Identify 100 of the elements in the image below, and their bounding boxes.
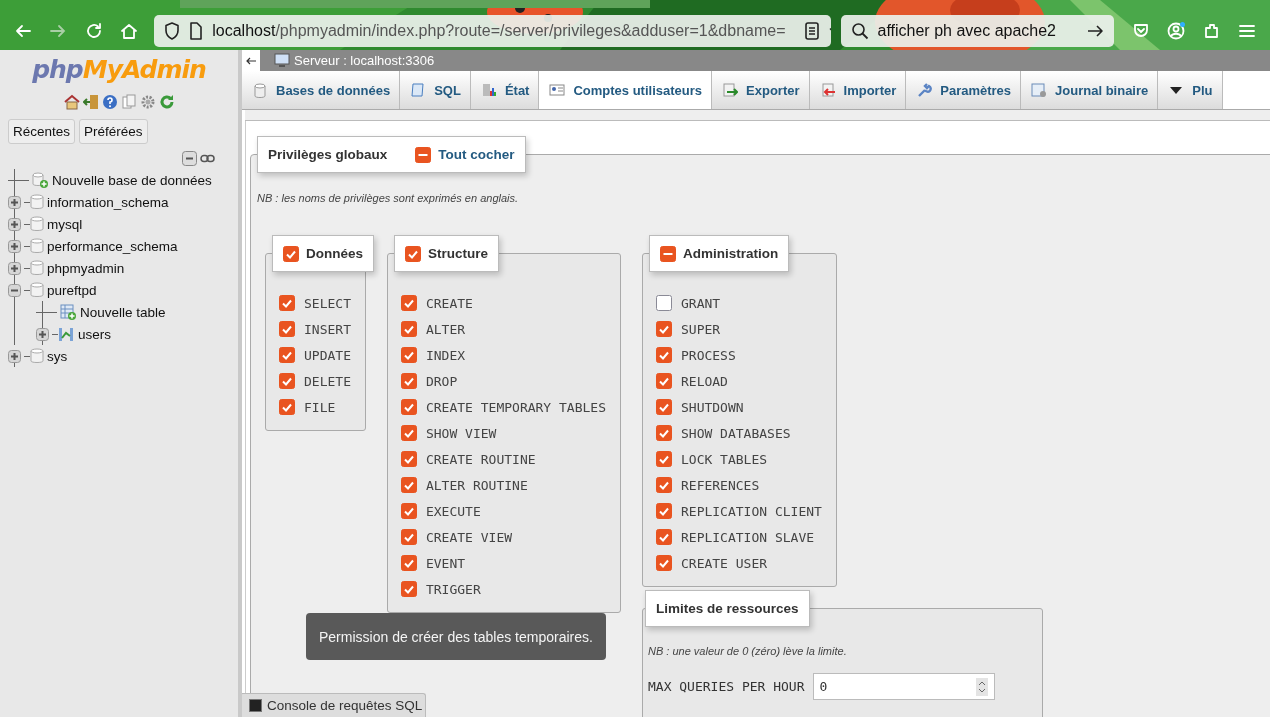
expand-icon[interactable] xyxy=(8,261,21,275)
nav-tab[interactable]: Importer xyxy=(809,71,907,109)
nav-tab[interactable]: SQL xyxy=(400,71,471,109)
tree-item[interactable]: users xyxy=(78,326,111,342)
nav-tab[interactable]: Exporter xyxy=(712,71,810,109)
tree-item[interactable]: sys xyxy=(47,348,68,364)
home-icon[interactable] xyxy=(120,22,139,40)
bar-chart-icon xyxy=(480,82,497,98)
expand-icon[interactable] xyxy=(8,217,21,231)
checkbox[interactable] xyxy=(279,321,295,337)
panel-tab[interactable]: Récentes xyxy=(8,119,76,144)
extensions-icon[interactable] xyxy=(1202,22,1221,40)
reader-icon[interactable] xyxy=(803,22,820,40)
checkbox[interactable] xyxy=(400,477,417,493)
collapse-button[interactable] xyxy=(242,50,260,71)
checkbox[interactable] xyxy=(279,399,295,415)
tree-item[interactable]: Nouvelle base de données xyxy=(52,172,212,188)
server-link[interactable]: Serveur : localhost:3306 xyxy=(294,53,435,68)
tree-item[interactable]: information_schema xyxy=(47,194,169,210)
privilege-label: PROCESS xyxy=(681,347,736,363)
collapse-icon[interactable] xyxy=(8,283,21,297)
tree-item[interactable]: mysql xyxy=(47,216,83,232)
pocket-icon[interactable] xyxy=(1131,22,1150,40)
nav-tab[interactable]: Paramètres xyxy=(906,71,1022,109)
shield-icon xyxy=(164,22,181,40)
account-icon[interactable] xyxy=(1167,22,1186,40)
checkbox[interactable] xyxy=(279,373,295,389)
nav-tab[interactable]: État xyxy=(470,71,540,109)
checkbox[interactable] xyxy=(656,477,672,493)
home-icon[interactable] xyxy=(63,94,80,110)
checkbox[interactable] xyxy=(279,347,295,363)
checkbox[interactable] xyxy=(404,245,421,262)
checkbox[interactable] xyxy=(656,321,672,337)
checkbox[interactable] xyxy=(656,425,672,441)
checkbox[interactable] xyxy=(400,503,417,519)
privilege-label: SELECT xyxy=(304,295,351,311)
forward-icon[interactable] xyxy=(49,22,68,40)
menu-icon[interactable] xyxy=(1238,22,1257,40)
address-bar[interactable]: localhost/phpmyadmin/index.php?route=/server/privileges&adduser=1&dbname= xyxy=(154,15,831,47)
checkbox[interactable] xyxy=(400,425,417,441)
panel-tab[interactable]: Préférées xyxy=(79,119,148,144)
nav-tab[interactable]: Bases de données xyxy=(242,71,401,109)
checkbox[interactable] xyxy=(415,146,432,163)
checkbox[interactable] xyxy=(656,373,672,389)
privilege-label: EXECUTE xyxy=(425,503,481,519)
collapse-all-icon[interactable] xyxy=(182,151,197,166)
field-label: MAX QUERIES PER HOUR xyxy=(648,679,805,694)
checkbox[interactable] xyxy=(400,529,417,545)
checkbox[interactable] xyxy=(400,581,417,597)
nav-tab[interactable]: Plu xyxy=(1158,71,1223,109)
expand-icon[interactable] xyxy=(8,239,21,253)
checkbox[interactable] xyxy=(283,245,299,262)
checkbox[interactable] xyxy=(400,347,417,363)
checkbox[interactable] xyxy=(400,321,417,337)
checkbox[interactable] xyxy=(656,451,672,467)
checkbox[interactable] xyxy=(656,295,672,311)
tree-item[interactable]: phpmyadmin xyxy=(47,260,125,276)
checkbox[interactable] xyxy=(660,245,676,262)
checkbox[interactable] xyxy=(400,295,417,311)
privilege-label: CREATE TEMPORARY TABLES xyxy=(425,399,606,415)
checkbox[interactable] xyxy=(656,399,672,415)
documents-icon[interactable] xyxy=(120,94,137,110)
checkbox[interactable] xyxy=(656,529,672,545)
reload-icon[interactable] xyxy=(158,94,175,110)
checkbox[interactable] xyxy=(656,347,672,363)
expand-icon[interactable] xyxy=(8,349,21,363)
help-icon[interactable] xyxy=(101,94,118,110)
search-field[interactable]: afficher ph avec apache2 xyxy=(840,15,1114,47)
check-all-link[interactable]: Tout cocher xyxy=(438,147,515,162)
database-icon xyxy=(30,194,44,210)
checkbox[interactable] xyxy=(400,555,417,571)
nav-tab[interactable]: Journal binaire xyxy=(1021,71,1159,109)
tree-item[interactable]: pureftpd xyxy=(47,282,97,298)
checkbox[interactable] xyxy=(400,373,417,389)
checkbox[interactable] xyxy=(656,555,672,571)
note-text: NB : une valeur de 0 (zéro) lève la limite. xyxy=(648,645,848,657)
back-icon[interactable] xyxy=(13,22,32,40)
console-tab[interactable]: Console de requêtes SQL xyxy=(242,693,427,717)
checkbox[interactable] xyxy=(400,399,417,415)
spinner-icon[interactable] xyxy=(975,677,988,696)
privilege-label: SHOW VIEW xyxy=(425,425,497,441)
number-field[interactable]: 0 xyxy=(812,673,995,700)
expand-icon[interactable] xyxy=(36,327,49,341)
database-icon xyxy=(252,82,268,98)
privilege-label: TRIGGER xyxy=(425,581,481,597)
privilege-label: DROP xyxy=(425,373,458,389)
logout-icon[interactable] xyxy=(82,94,99,110)
reload-icon[interactable] xyxy=(84,22,103,40)
new-database-icon xyxy=(32,171,49,189)
settings-icon[interactable] xyxy=(139,94,156,110)
left-arrow-icon xyxy=(245,55,257,66)
group-title: Structure xyxy=(427,246,488,261)
privilege-label: CREATE xyxy=(425,295,473,311)
checkbox[interactable] xyxy=(279,295,295,311)
tree-item[interactable]: performance_schema xyxy=(47,238,178,254)
checkbox[interactable] xyxy=(400,451,417,467)
expand-icon[interactable] xyxy=(8,195,21,209)
privilege-label: SHOW DATABASES xyxy=(681,425,791,441)
tree-item[interactable]: Nouvelle table xyxy=(80,304,166,320)
checkbox[interactable] xyxy=(656,503,672,519)
